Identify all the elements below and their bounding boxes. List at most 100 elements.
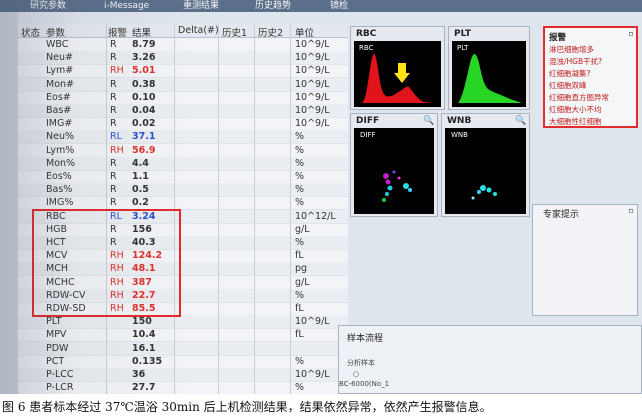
plt-histogram-title: PLT xyxy=(454,29,471,39)
unit-value: 10^9/L xyxy=(295,105,330,116)
result-value: 3.26 xyxy=(132,52,156,64)
left-strip xyxy=(0,12,18,394)
unit-value: % xyxy=(295,144,305,156)
table-row[interactable]: Lym% RH 56.9% xyxy=(18,144,348,158)
result-value: 150 xyxy=(132,316,152,328)
table-row[interactable]: PDW 16.1 xyxy=(18,341,348,356)
unit-value: fL xyxy=(295,329,304,341)
diff-zoom-icon[interactable]: 🔍 xyxy=(423,116,434,126)
rbc-histogram-title: RBC xyxy=(356,29,377,39)
table-header: 状态 参数 报警 结果 Delta(#) 历史1 历史2 单位 xyxy=(18,24,348,39)
param-name: Bas% xyxy=(46,184,73,196)
wnb-zoom-icon[interactable]: 🔍 xyxy=(515,116,526,126)
param-name: Mon# xyxy=(46,78,74,90)
plt-histogram-label: PLT xyxy=(457,44,469,52)
flow-step-icon: ○ xyxy=(353,370,360,378)
flag-value: R xyxy=(110,78,117,90)
tab-i-message[interactable]: i-Message xyxy=(104,0,149,12)
result-value: 0.135 xyxy=(132,355,163,367)
wnb-scatter-title: WNB xyxy=(447,116,472,126)
flag-value: R xyxy=(110,118,117,130)
column-divider xyxy=(254,24,255,394)
plt-histogram-plot: PLT xyxy=(452,41,526,107)
param-name: PCT xyxy=(46,355,65,367)
alarm-message: 混浊/HGB干扰? xyxy=(549,57,603,66)
rbc-histogram-plot: RBC xyxy=(354,41,441,107)
table-row[interactable]: IMG# R 0.02 10^9/L xyxy=(18,117,348,132)
result-value: 10.4 xyxy=(132,329,156,341)
tab-research-params[interactable]: 研究参数 xyxy=(30,0,66,12)
diff-scatter-svg: DIFF xyxy=(360,131,412,202)
unit-value: 10^9/L xyxy=(295,78,330,90)
pin-icon[interactable]: ⌑ xyxy=(629,207,633,216)
alarm-message: 红细胞大小不均 xyxy=(549,105,602,114)
pin-icon[interactable]: ⌑ xyxy=(629,30,633,39)
unit-value: % xyxy=(295,237,305,248)
result-value: 0.10 xyxy=(132,91,156,103)
table-row[interactable]: Neu% RL 37.1% xyxy=(18,130,348,145)
wnb-scatter-label: WNB xyxy=(451,131,468,139)
alarm-message: 红细胞双峰 xyxy=(549,81,587,90)
table-row[interactable]: Eos# R 0.10 10^9/L xyxy=(18,91,348,105)
column-divider xyxy=(218,24,219,394)
param-name: Neu% xyxy=(46,131,74,143)
unit-value: % xyxy=(295,197,305,209)
table-row[interactable]: Eos% R 1.1% xyxy=(18,170,348,184)
table-row[interactable]: MPV 10.4 fL xyxy=(18,328,348,343)
unit-value: 10^9/L xyxy=(295,91,330,103)
unit-value: 10^9/L xyxy=(295,52,330,64)
rbc-histogram-label: RBC xyxy=(359,44,374,52)
header-history1: 历史1 xyxy=(222,28,248,39)
table-row[interactable]: Mon# R 0.38 10^9/L xyxy=(18,77,348,92)
unit-value: fL xyxy=(295,303,304,314)
unit-value: 10^9/L xyxy=(295,316,330,328)
arrow-indicator xyxy=(394,63,410,83)
param-name: MPV xyxy=(46,329,67,341)
unit-value: % xyxy=(295,382,305,394)
figure-caption: 图 6 患者标本经过 37℃温浴 30min 后上机检测结果，结果依然异常，依然… xyxy=(2,400,492,414)
result-value: 8.79 xyxy=(132,39,156,50)
result-value: 0.2 xyxy=(132,197,149,209)
unit-value: pg xyxy=(295,263,308,275)
table-row[interactable]: PCT 0.135% xyxy=(18,355,348,369)
table-row[interactable]: P-LCC 36 10^9/L xyxy=(18,368,348,382)
result-value: 36 xyxy=(132,369,146,380)
wnb-scatter-panel: WNB 🔍 WNB xyxy=(441,113,530,217)
result-value: 56.9 xyxy=(132,144,156,156)
param-name: P-LCC xyxy=(46,369,74,380)
param-name: IMG# xyxy=(46,118,73,130)
flow-step-label: 分析样本 xyxy=(347,359,375,367)
result-value: 16.1 xyxy=(132,342,156,354)
table-row[interactable]: PLT 150 10^9/L xyxy=(18,315,348,330)
tab-microscopy[interactable]: 镜检 xyxy=(330,0,348,12)
tab-retest-results[interactable]: 重测结果 xyxy=(183,0,219,12)
plt-histogram-panel: PLT PLT xyxy=(448,26,530,110)
rbc-params-highlight xyxy=(32,209,181,317)
result-value: 37.1 xyxy=(132,131,156,143)
tab-history-trend[interactable]: 历史趋势 xyxy=(255,0,291,12)
param-name: Neu# xyxy=(46,52,73,64)
unit-value: % xyxy=(295,131,305,143)
result-value: 0.38 xyxy=(132,78,156,90)
table-row[interactable]: P-LCR 27.7% xyxy=(18,381,348,394)
unit-value: fL xyxy=(295,250,304,262)
flag-value: R xyxy=(110,157,117,169)
table-row[interactable]: Lym# RH 5.01 10^9/L xyxy=(18,64,348,79)
rbc-histogram-svg: RBC xyxy=(359,44,434,103)
param-name: Mon% xyxy=(46,157,76,169)
unit-value: g/L xyxy=(295,223,310,235)
expert-hint-title: 专家提示 xyxy=(543,210,580,220)
header-history2: 历史2 xyxy=(258,28,284,39)
header-status: 状态 xyxy=(21,28,41,39)
table-row[interactable]: Bas% R 0.5% xyxy=(18,183,348,198)
param-name: PDW xyxy=(46,342,69,354)
sample-flow-title: 样本流程 xyxy=(347,334,384,344)
unit-value: 10^9/L xyxy=(295,65,330,77)
flag-value: RL xyxy=(110,131,122,143)
table-row[interactable]: Bas# R 0.04 10^9/L xyxy=(18,104,348,118)
table-row[interactable]: Mon% R 4.4% xyxy=(18,156,348,171)
table-row[interactable]: WBC R 8.79 10^9/L xyxy=(18,38,348,52)
table-row[interactable]: Neu# R 3.26 10^9/L xyxy=(18,51,348,66)
alarm-title: 报警 xyxy=(549,33,567,43)
unit-value: 10^9/L xyxy=(295,118,330,130)
